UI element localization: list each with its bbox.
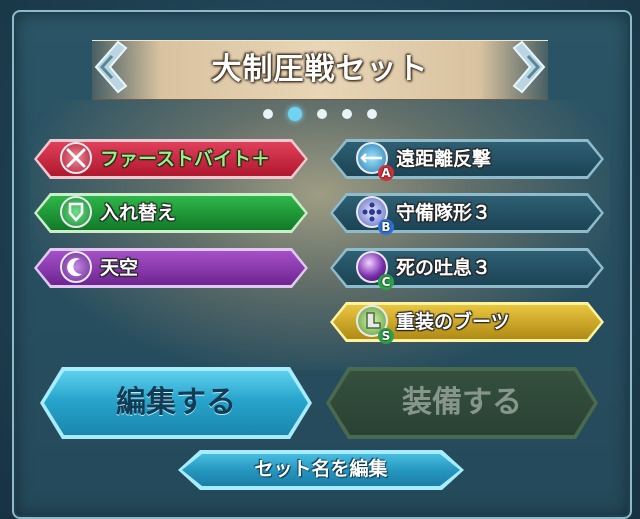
- c-skill-slot[interactable]: C 死の吐息３: [330, 248, 604, 290]
- b-skill-label: 守備隊形３: [396, 202, 492, 224]
- page-dot[interactable]: [317, 108, 327, 119]
- set-title: 大制圧戦セット: [211, 52, 429, 87]
- shield-icon: [60, 196, 92, 228]
- special-skill-label: 天空: [100, 257, 139, 279]
- s-slot-badge: S: [378, 328, 394, 344]
- special-skill-slot[interactable]: 天空: [34, 248, 308, 288]
- weapon-skill-label: ファーストバイト＋: [100, 148, 271, 170]
- rename-set-button[interactable]: セット名を編集: [178, 450, 464, 490]
- b-skill-slot[interactable]: B 守備隊形３: [330, 193, 604, 235]
- c-slot-badge: C: [378, 274, 394, 290]
- assist-skill-label: 入れ替え: [100, 202, 177, 224]
- b-slot-badge: B: [378, 219, 394, 235]
- sacred-seal-label: 重装のブーツ: [396, 311, 510, 333]
- equip-button-label: 装備する: [402, 385, 522, 420]
- page-dot[interactable]: [367, 108, 378, 119]
- a-slot-badge: A: [378, 165, 394, 181]
- assist-skill-slot[interactable]: 入れ替え: [34, 193, 308, 233]
- edit-button-label: 編集する: [116, 385, 236, 420]
- title-banner: 大制圧戦セット: [92, 40, 548, 100]
- edit-button[interactable]: 編集する: [40, 367, 312, 439]
- next-set-arrow-icon[interactable]: [504, 36, 552, 98]
- page-dot-active[interactable]: [287, 106, 302, 121]
- a-skill-slot[interactable]: A 遠距離反撃: [330, 139, 604, 181]
- crescent-moon-icon: [60, 251, 92, 283]
- page-indicator: [0, 103, 640, 121]
- equip-button[interactable]: 装備する: [326, 367, 598, 439]
- game-screen: 大制圧戦セット ファーストバイト＋ 入れ替え 天空 A 遠距離反撃 B 守備隊形…: [0, 0, 640, 519]
- page-dot[interactable]: [342, 108, 353, 119]
- a-skill-label: 遠距離反撃: [396, 148, 492, 170]
- weapon-skill-slot[interactable]: ファーストバイト＋: [34, 139, 308, 179]
- crossed-swords-icon: [60, 142, 92, 174]
- c-skill-label: 死の吐息３: [396, 257, 492, 279]
- sacred-seal-slot[interactable]: S 重装のブーツ: [330, 302, 604, 344]
- rename-set-button-label: セット名を編集: [254, 458, 388, 480]
- page-dot[interactable]: [262, 108, 273, 119]
- previous-set-arrow-icon[interactable]: [88, 36, 136, 98]
